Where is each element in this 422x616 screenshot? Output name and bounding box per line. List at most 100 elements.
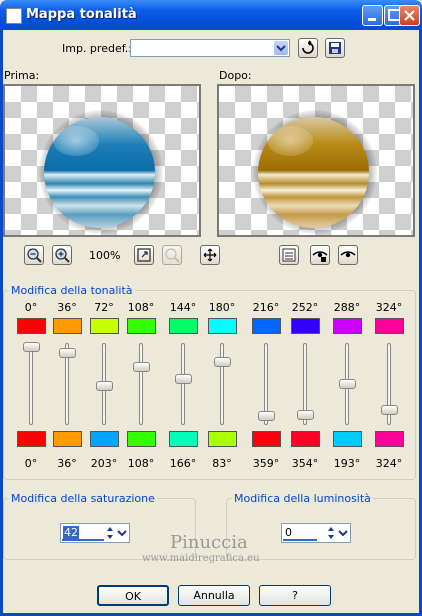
- target-hue-label: 193°: [333, 457, 361, 470]
- zoom-actual-button[interactable]: [162, 245, 182, 265]
- zoom-to-fit-button[interactable]: [134, 245, 154, 265]
- magnifier-disabled-icon: [165, 248, 180, 263]
- hue-slider-thumb[interactable]: [339, 379, 356, 389]
- target-color-swatch: [90, 431, 119, 447]
- after-preview[interactable]: [217, 84, 415, 237]
- zoom-in-button[interactable]: [52, 245, 72, 265]
- eye-icon: [340, 251, 356, 258]
- preview-on-image-button[interactable]: [338, 245, 358, 265]
- source-color-swatch: [252, 318, 281, 334]
- hue-slider-thumb[interactable]: [214, 357, 231, 367]
- source-color-swatch: [375, 318, 404, 334]
- target-hue-label: 359°: [252, 457, 280, 470]
- close-button[interactable]: [399, 5, 420, 26]
- hue-slider-track[interactable]: [139, 343, 143, 425]
- source-hue-label: 36°: [57, 301, 77, 314]
- saturation-group-title: Modifica della saturazione: [9, 492, 157, 505]
- source-hue-label: 144°: [169, 301, 197, 314]
- source-color-swatch: [90, 318, 119, 334]
- target-color-swatch: [17, 431, 46, 447]
- source-color-swatch: [169, 318, 198, 334]
- hue-slider-thumb[interactable]: [23, 342, 40, 352]
- reset-preset-button[interactable]: [298, 38, 318, 58]
- minimize-button[interactable]: [362, 5, 383, 26]
- target-hue-label: 0°: [24, 457, 38, 470]
- source-color-swatch: [127, 318, 156, 334]
- undo-arrow-icon: [302, 40, 314, 54]
- luminosity-value: 0: [285, 526, 292, 539]
- spinner-arrows-icon[interactable]: [326, 525, 336, 541]
- before-label: Prima:: [4, 69, 40, 82]
- source-color-swatch: [333, 318, 362, 334]
- source-hue-label: 216°: [252, 301, 280, 314]
- hue-slider-track[interactable]: [29, 343, 33, 425]
- luminosity-group-title: Modifica della luminosità: [232, 492, 373, 505]
- after-label: Dopo:: [219, 69, 252, 82]
- toggle-proof-button[interactable]: [279, 245, 299, 265]
- hue-slider-thumb[interactable]: [96, 381, 113, 391]
- hue-group-title: Modifica della tonalità: [9, 284, 135, 297]
- chevron-down-icon[interactable]: [337, 526, 349, 540]
- chevron-down-icon[interactable]: [116, 526, 128, 540]
- cancel-button[interactable]: Annulla: [178, 585, 250, 606]
- preset-dropdown[interactable]: [130, 39, 290, 57]
- hue-slider-track[interactable]: [181, 343, 185, 425]
- zoom-out-button[interactable]: [24, 245, 44, 265]
- hue-slider-thumb[interactable]: [297, 410, 314, 420]
- target-hue-label: 108°: [127, 457, 155, 470]
- spinner-arrows-icon[interactable]: [105, 525, 115, 541]
- target-hue-label: 166°: [169, 457, 197, 470]
- source-hue-label: 108°: [127, 301, 155, 314]
- target-color-swatch: [375, 431, 404, 447]
- zoom-in-icon: [55, 248, 70, 263]
- target-color-swatch: [127, 431, 156, 447]
- source-color-swatch: [53, 318, 82, 334]
- source-hue-label: 324°: [375, 301, 403, 314]
- source-hue-label: 72°: [94, 301, 114, 314]
- target-color-swatch: [208, 431, 237, 447]
- source-color-swatch: [17, 318, 46, 334]
- source-hue-label: 0°: [24, 301, 38, 314]
- saturation-value: 42: [63, 526, 79, 539]
- zoom-out-icon: [27, 248, 42, 263]
- hue-slider-thumb[interactable]: [258, 411, 275, 421]
- fit-window-icon: [137, 248, 151, 262]
- title-bar[interactable]: Mappa tonalità: [0, 0, 422, 30]
- target-hue-label: 36°: [57, 457, 77, 470]
- saturation-input[interactable]: 42: [60, 523, 130, 543]
- target-color-swatch: [291, 431, 320, 447]
- luminosity-input[interactable]: 0: [281, 523, 351, 543]
- window-title: Mappa tonalità: [26, 7, 137, 22]
- sphere-highlight: [267, 126, 313, 156]
- close-icon: [404, 10, 415, 21]
- eye-lock-icon: [312, 251, 328, 262]
- source-color-swatch: [291, 318, 320, 334]
- sphere-highlight: [53, 126, 99, 156]
- source-hue-label: 180°: [208, 301, 236, 314]
- chevron-down-icon[interactable]: [274, 41, 288, 55]
- target-color-swatch: [169, 431, 198, 447]
- hue-slider-thumb[interactable]: [59, 348, 76, 358]
- watermark-name: Pinuccia: [170, 532, 248, 553]
- luminosity-level-bar: [283, 539, 317, 541]
- pan-button[interactable]: [200, 245, 220, 265]
- save-preset-button[interactable]: [325, 38, 345, 58]
- hue-slider-track[interactable]: [220, 343, 224, 425]
- target-color-swatch: [252, 431, 281, 447]
- hue-slider-thumb[interactable]: [133, 362, 150, 372]
- help-button[interactable]: ?: [259, 585, 331, 606]
- source-color-swatch: [208, 318, 237, 334]
- ok-button[interactable]: OK: [97, 585, 169, 606]
- target-hue-label: 83°: [212, 457, 232, 470]
- target-color-swatch: [333, 431, 362, 447]
- move-arrows-icon: [203, 248, 217, 262]
- before-preview[interactable]: [3, 84, 201, 237]
- preset-label: Imp. predef.:: [62, 42, 132, 55]
- source-hue-label: 288°: [333, 301, 361, 314]
- zoom-level: 100%: [89, 249, 121, 262]
- hue-slider-thumb[interactable]: [381, 405, 398, 415]
- target-color-swatch: [53, 431, 82, 447]
- auto-proof-button[interactable]: [310, 245, 330, 265]
- hue-slider-thumb[interactable]: [175, 374, 192, 384]
- watermark-url: www.maidiregrafica.eu: [142, 553, 260, 564]
